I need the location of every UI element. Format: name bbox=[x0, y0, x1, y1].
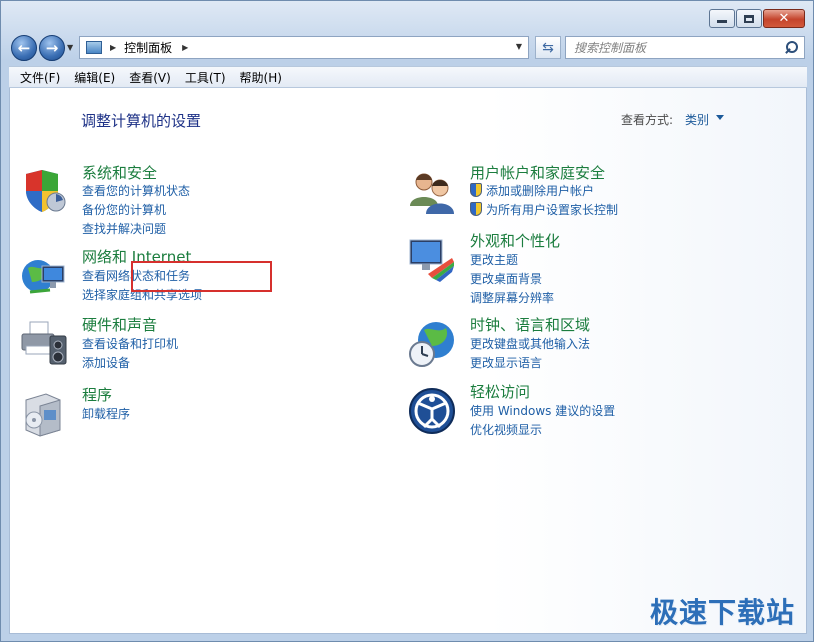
recent-pages-dropdown[interactable]: ▼ bbox=[67, 43, 73, 52]
close-button[interactable]: ✕ bbox=[763, 9, 805, 28]
users-icon bbox=[410, 173, 454, 214]
link-add-remove-user[interactable]: 添加或删除用户帐户 bbox=[470, 182, 594, 199]
globe-clock-icon bbox=[409, 322, 454, 367]
breadcrumb-control-panel[interactable]: 控制面板 bbox=[124, 39, 172, 56]
ease-of-access-icon bbox=[409, 388, 455, 434]
forward-button[interactable]: → bbox=[39, 35, 65, 61]
minimize-button[interactable] bbox=[709, 9, 735, 28]
menu-view[interactable]: 查看(V) bbox=[122, 69, 178, 86]
navigation-bar: ← → ▼ ▶ 控制面板 ▶ ▼ ⇆ bbox=[9, 33, 807, 61]
link-change-display-language[interactable]: 更改显示语言 bbox=[470, 354, 542, 371]
category-appearance: 外观和个性化 更改主题 更改桌面背景 调整屏幕分辨率 bbox=[408, 230, 768, 305]
category-hardware-sound: 硬件和声音 查看设备和打印机 添加设备 bbox=[20, 314, 320, 374]
breadcrumb-separator[interactable]: ▶ bbox=[110, 43, 116, 52]
link-add-device[interactable]: 添加设备 bbox=[82, 354, 130, 371]
menu-edit[interactable]: 编辑(E) bbox=[67, 69, 122, 86]
link-change-desktop-background[interactable]: 更改桌面背景 bbox=[470, 270, 542, 287]
view-by-label: 查看方式: bbox=[621, 113, 674, 127]
category-system-security: 系统和安全 查看您的计算机状态 备份您的计算机 查找并解决问题 bbox=[20, 162, 320, 242]
network-globe-icon bbox=[22, 260, 65, 294]
link-view-computer-status[interactable]: 查看您的计算机状态 bbox=[82, 182, 190, 199]
chevron-down-icon[interactable] bbox=[716, 115, 724, 120]
category-user-accounts: 用户帐户和家庭安全 添加或删除用户帐户 为所有用户设置家长控制 bbox=[408, 162, 768, 222]
shield-icon bbox=[26, 170, 66, 212]
content-pane: 调整计算机的设置 查看方式: 类别 系统和安全 查看您的计算机状态 备份您的计算… bbox=[9, 88, 807, 634]
link-change-keyboard-input[interactable]: 更改键盘或其他输入法 bbox=[470, 335, 590, 352]
control-panel-icon bbox=[86, 41, 102, 54]
link-use-windows-recommended[interactable]: 使用 Windows 建议的设置 bbox=[470, 402, 615, 419]
printer-icon bbox=[21, 321, 67, 365]
address-bar[interactable]: ▶ 控制面板 ▶ ▼ bbox=[79, 36, 529, 59]
link-parental-controls[interactable]: 为所有用户设置家长控制 bbox=[470, 201, 618, 218]
programs-box-icon bbox=[25, 393, 61, 437]
category-title[interactable]: 硬件和声音 bbox=[82, 314, 157, 335]
minimize-icon bbox=[717, 20, 727, 23]
maximize-button[interactable] bbox=[736, 9, 762, 28]
link-uninstall-program[interactable]: 卸载程序 bbox=[82, 405, 130, 422]
link-view-devices-printers[interactable]: 查看设备和打印机 bbox=[82, 335, 178, 352]
category-title[interactable]: 时钟、语言和区域 bbox=[470, 314, 590, 335]
address-dropdown-icon[interactable]: ▼ bbox=[516, 42, 522, 51]
monitor-palette-icon bbox=[409, 239, 454, 282]
page-title: 调整计算机的设置 bbox=[81, 112, 202, 130]
category-title[interactable]: 外观和个性化 bbox=[470, 230, 560, 251]
category-programs: 程序 卸载程序 bbox=[20, 384, 320, 437]
link-label: 添加或删除用户帐户 bbox=[486, 184, 595, 198]
menu-help[interactable]: 帮助(H) bbox=[233, 69, 289, 86]
back-button[interactable]: ← bbox=[11, 35, 37, 61]
close-icon: ✕ bbox=[778, 11, 790, 26]
search-box[interactable] bbox=[565, 36, 805, 59]
link-optimize-video-display[interactable]: 优化视频显示 bbox=[470, 421, 542, 438]
maximize-icon bbox=[744, 14, 754, 23]
category-title[interactable]: 系统和安全 bbox=[82, 162, 157, 183]
menu-file[interactable]: 文件(F) bbox=[13, 69, 67, 86]
watermark-text: 极速下载站 bbox=[649, 596, 795, 629]
category-title[interactable]: 程序 bbox=[82, 384, 112, 405]
link-troubleshoot[interactable]: 查找并解决问题 bbox=[82, 220, 166, 237]
link-backup-computer[interactable]: 备份您的计算机 bbox=[82, 201, 166, 218]
arrow-left-icon: ← bbox=[17, 39, 31, 57]
breadcrumb-separator[interactable]: ▶ bbox=[182, 43, 188, 52]
highlight-annotation bbox=[131, 261, 272, 292]
link-label: 为所有用户设置家长控制 bbox=[486, 203, 619, 217]
view-by-dropdown[interactable]: 类别 bbox=[685, 111, 709, 128]
category-title[interactable]: 轻松访问 bbox=[470, 381, 530, 402]
caption-buttons: ✕ bbox=[709, 9, 805, 28]
menu-bar: 文件(F) 编辑(E) 查看(V) 工具(T) 帮助(H) bbox=[9, 66, 807, 88]
uac-shield-icon bbox=[470, 183, 482, 197]
search-input[interactable] bbox=[566, 38, 782, 57]
arrow-right-icon: → bbox=[45, 39, 59, 57]
link-adjust-screen-resolution[interactable]: 调整屏幕分辨率 bbox=[470, 289, 554, 306]
menu-tools[interactable]: 工具(T) bbox=[178, 69, 233, 86]
category-clock-language-region: 时钟、语言和区域 更改键盘或其他输入法 更改显示语言 bbox=[408, 314, 768, 374]
refresh-icon: ⇆ bbox=[542, 39, 554, 56]
link-change-theme[interactable]: 更改主题 bbox=[470, 251, 518, 268]
category-title[interactable]: 用户帐户和家庭安全 bbox=[470, 162, 605, 183]
uac-shield-icon bbox=[470, 202, 482, 216]
search-icon[interactable] bbox=[782, 39, 800, 57]
refresh-button[interactable]: ⇆ bbox=[535, 36, 561, 59]
control-panel-window: ✕ ← → ▼ ▶ 控制面板 ▶ ▼ ⇆ 文件(F) 编辑(E) 查看(V) 工… bbox=[0, 0, 814, 642]
category-ease-of-access: 轻松访问 使用 Windows 建议的设置 优化视频显示 bbox=[408, 381, 768, 441]
